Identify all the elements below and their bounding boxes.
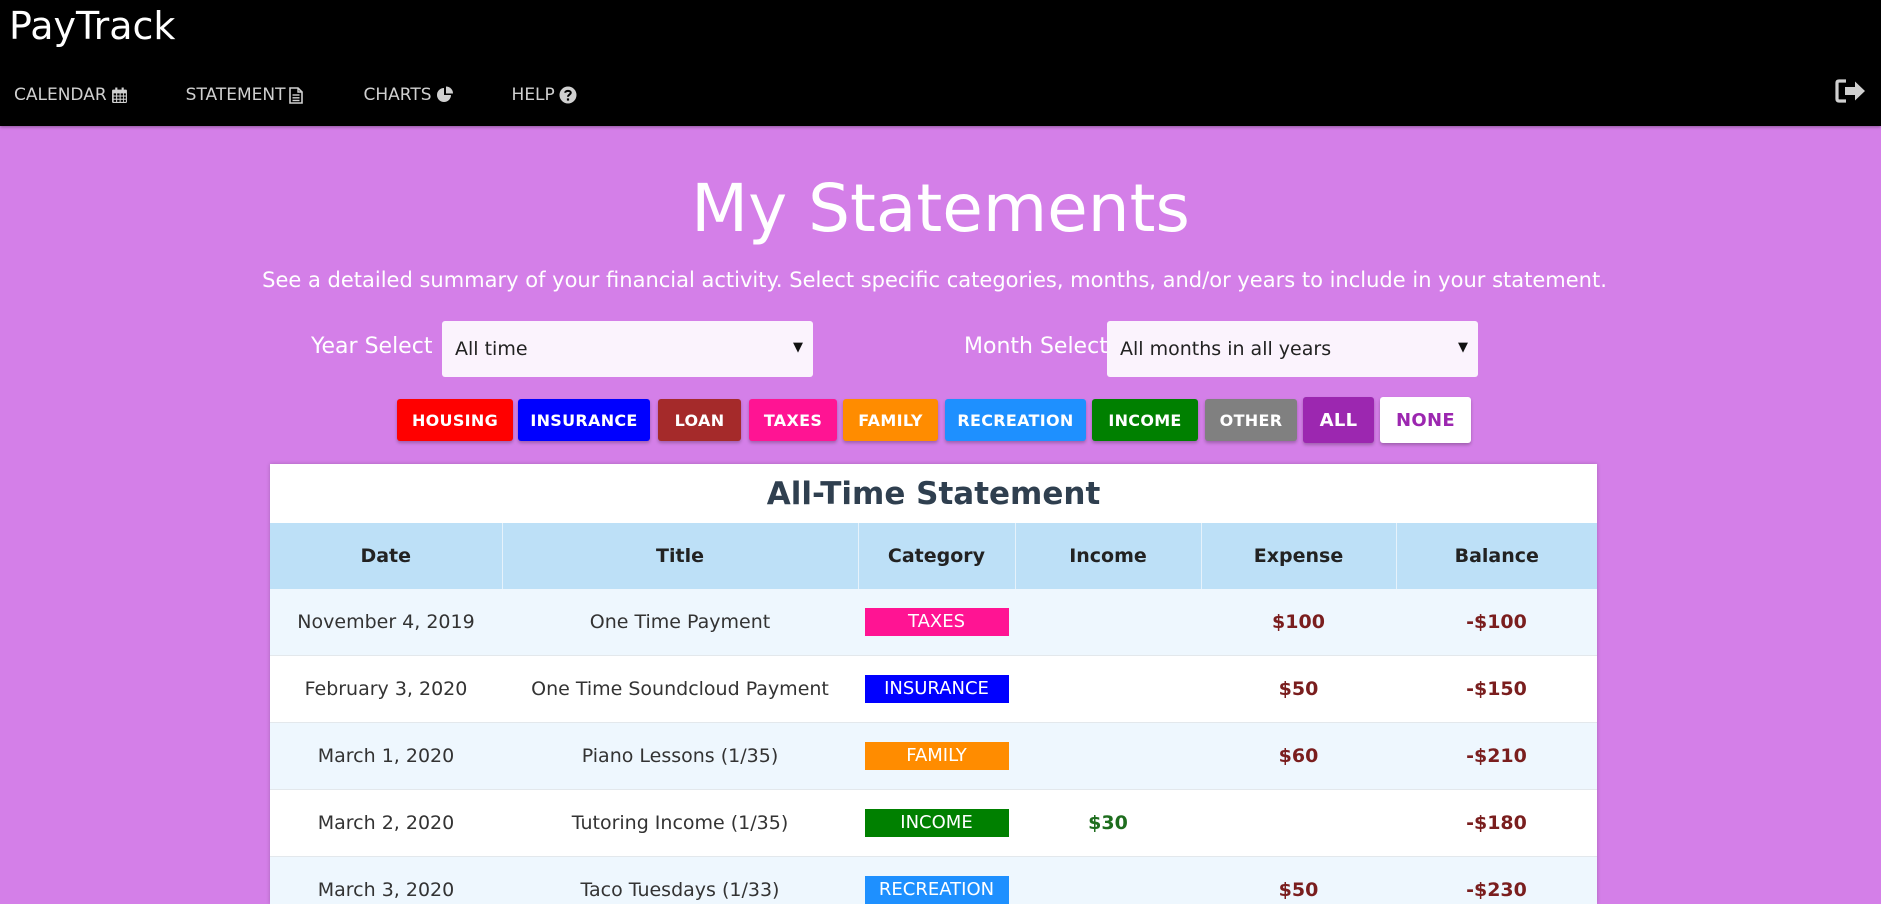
category-badge: FAMILY (865, 742, 1009, 770)
pie-chart-icon (436, 86, 454, 104)
year-select-label: Year Select (311, 334, 432, 359)
dropdown-caret-icon: ▼ (1458, 340, 1468, 355)
cell-category: INSURANCE (858, 656, 1015, 723)
column-header-title[interactable]: Title (502, 523, 858, 589)
main-nav: CALENDAR STATEMENT (14, 85, 627, 105)
cell-balance: -$150 (1396, 656, 1597, 723)
category-button-taxes[interactable]: TAXES (749, 399, 837, 441)
cell-date: November 4, 2019 (270, 589, 502, 656)
cell-expense: $50 (1201, 857, 1396, 904)
cell-balance: -$180 (1396, 790, 1597, 857)
category-button-all[interactable]: ALL (1303, 397, 1374, 443)
category-button-income[interactable]: INCOME (1092, 399, 1198, 441)
cell-title: Taco Tuesdays (1/33) (502, 857, 858, 904)
app-brand[interactable]: PayTrack (9, 4, 175, 48)
statement-card: All-Time Statement Date Title Category I… (270, 464, 1597, 904)
cell-title: Tutoring Income (1/35) (502, 790, 858, 857)
column-header-balance[interactable]: Balance (1396, 523, 1597, 589)
nav-charts-label: CHARTS (363, 85, 431, 105)
cell-expense: $50 (1201, 656, 1396, 723)
column-header-expense[interactable]: Expense (1201, 523, 1396, 589)
cell-income (1015, 723, 1201, 790)
table-row: March 3, 2020 Taco Tuesdays (1/33) RECRE… (270, 857, 1597, 904)
cell-category: TAXES (858, 589, 1015, 656)
table-header-row: Date Title Category Income Expense Balan… (270, 523, 1597, 589)
nav-calendar-label: CALENDAR (14, 85, 107, 105)
cell-expense: $60 (1201, 723, 1396, 790)
page-title: My Statements (0, 170, 1881, 247)
month-select[interactable]: All months in all years ▼ (1107, 321, 1478, 377)
table-row: November 4, 2019 One Time Payment TAXES … (270, 589, 1597, 656)
dropdown-caret-icon: ▼ (793, 340, 803, 355)
column-header-income[interactable]: Income (1015, 523, 1201, 589)
logout-button[interactable] (1835, 78, 1867, 108)
cell-date: March 3, 2020 (270, 857, 502, 904)
cell-expense (1201, 790, 1396, 857)
question-circle-icon (559, 86, 577, 104)
category-badge: INSURANCE (865, 675, 1009, 703)
nav-calendar[interactable]: CALENDAR (14, 85, 128, 105)
nav-help-label: HELP (512, 85, 555, 105)
cell-income (1015, 857, 1201, 904)
year-select[interactable]: All time ▼ (442, 321, 813, 377)
category-badge: INCOME (865, 809, 1009, 837)
top-navbar: PayTrack CALENDAR STATEMENT (0, 0, 1881, 126)
cell-income (1015, 589, 1201, 656)
category-button-recreation[interactable]: RECREATION (945, 399, 1086, 441)
cell-category: INCOME (858, 790, 1015, 857)
nav-statement[interactable]: STATEMENT (186, 85, 304, 105)
nav-help[interactable]: HELP (512, 85, 577, 105)
category-badge: TAXES (865, 608, 1009, 636)
category-button-none[interactable]: NONE (1380, 397, 1471, 443)
category-button-family[interactable]: FAMILY (843, 399, 938, 441)
cell-balance: -$230 (1396, 857, 1597, 904)
table-row: February 3, 2020 One Time Soundcloud Pay… (270, 656, 1597, 723)
category-button-other[interactable]: OTHER (1205, 399, 1297, 441)
calendar-icon (111, 87, 128, 104)
cell-title: Piano Lessons (1/35) (502, 723, 858, 790)
nav-statement-label: STATEMENT (186, 85, 286, 105)
column-header-date[interactable]: Date (270, 523, 502, 589)
cell-date: March 1, 2020 (270, 723, 502, 790)
statement-table: Date Title Category Income Expense Balan… (270, 523, 1597, 904)
cell-title: One Time Payment (502, 589, 858, 656)
statement-title: All-Time Statement (270, 464, 1597, 523)
table-row: March 1, 2020 Piano Lessons (1/35) FAMIL… (270, 723, 1597, 790)
nav-charts[interactable]: CHARTS (363, 85, 453, 105)
cell-balance: -$100 (1396, 589, 1597, 656)
page-subtitle: See a detailed summary of your financial… (0, 268, 1869, 292)
category-button-housing[interactable]: HOUSING (397, 399, 513, 441)
cell-income: $30 (1015, 790, 1201, 857)
sign-out-icon (1835, 78, 1867, 104)
cell-title: One Time Soundcloud Payment (502, 656, 858, 723)
year-select-value: All time (455, 338, 528, 360)
table-row: March 2, 2020 Tutoring Income (1/35) INC… (270, 790, 1597, 857)
month-select-label: Month Select (964, 334, 1108, 359)
cell-date: March 2, 2020 (270, 790, 502, 857)
cell-category: FAMILY (858, 723, 1015, 790)
document-icon (289, 87, 303, 104)
cell-category: RECREATION (858, 857, 1015, 904)
category-badge: RECREATION (865, 876, 1009, 904)
category-button-loan[interactable]: LOAN (658, 399, 741, 441)
cell-balance: -$210 (1396, 723, 1597, 790)
category-button-insurance[interactable]: INSURANCE (518, 399, 650, 441)
cell-expense: $100 (1201, 589, 1396, 656)
cell-date: February 3, 2020 (270, 656, 502, 723)
cell-income (1015, 656, 1201, 723)
column-header-category[interactable]: Category (858, 523, 1015, 589)
month-select-value: All months in all years (1120, 338, 1331, 360)
